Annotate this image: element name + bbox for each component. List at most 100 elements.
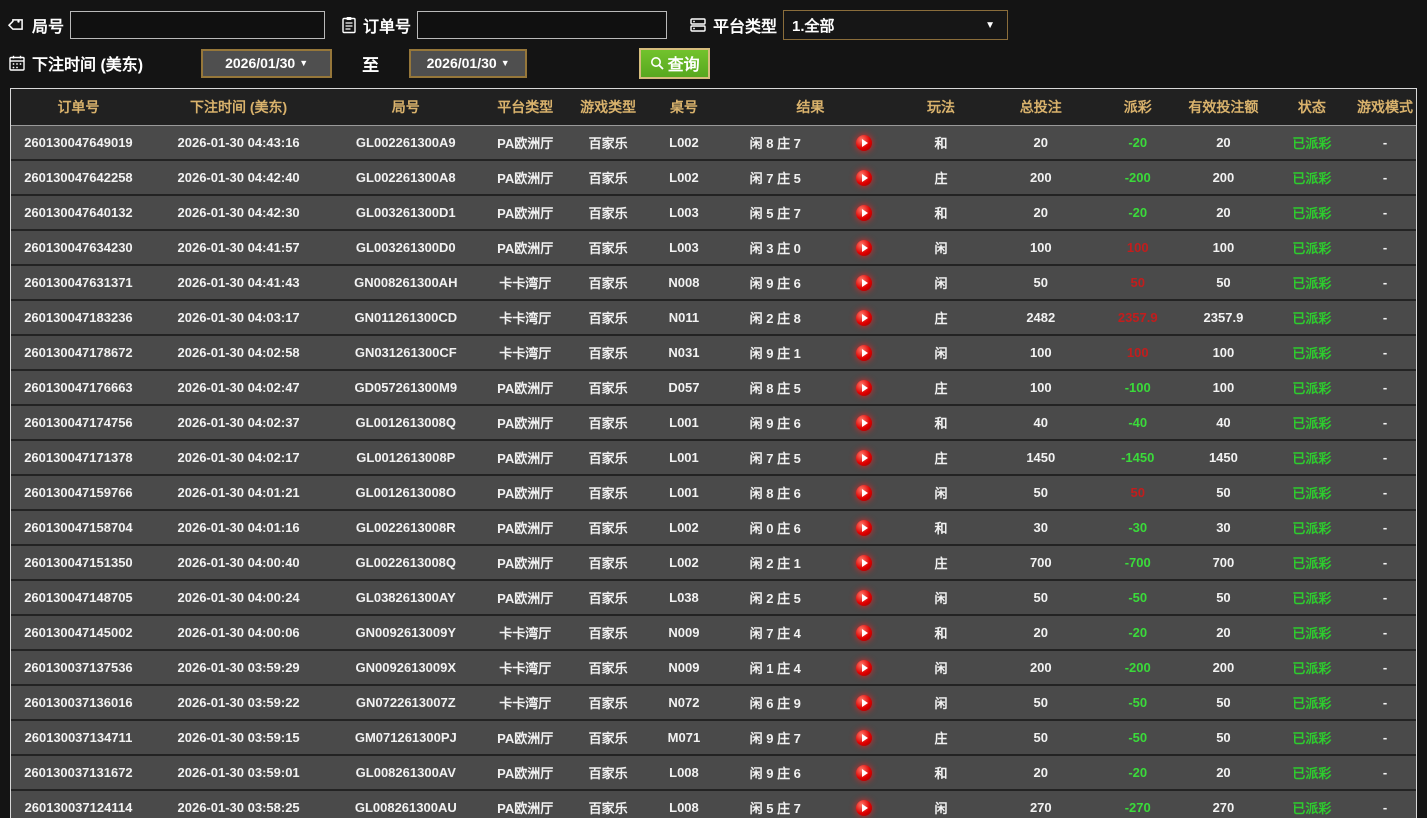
- payout-cell: -40: [1128, 415, 1148, 430]
- status-cell: 已派彩: [1292, 766, 1332, 781]
- chevron-down-icon: ▼: [985, 19, 996, 31]
- game-type-cell: 百家乐: [588, 451, 628, 466]
- play-type-cell: 和: [934, 521, 948, 536]
- search-button[interactable]: 查询: [639, 47, 711, 79]
- table-row: 260130047158704 2026-01-30 04:01:16 GL00…: [11, 510, 1416, 545]
- round-id-cell: GN008261300AH: [354, 275, 458, 290]
- play-video-button[interactable]: [855, 204, 872, 221]
- play-video-button[interactable]: [855, 729, 872, 746]
- round-id-cell: GL0012613008O: [355, 485, 457, 500]
- game-mode-cell: -: [1382, 660, 1388, 675]
- order-no-input[interactable]: [417, 11, 668, 39]
- play-video-button[interactable]: [855, 554, 872, 571]
- play-video-button[interactable]: [855, 484, 872, 501]
- payout-cell: -20: [1128, 135, 1148, 150]
- date-to-select[interactable]: 2026/01/30 ▼: [409, 48, 528, 78]
- platform-type-select[interactable]: 1.全部 ▼: [783, 10, 1009, 40]
- platform-type-filter: 平台类型 1.全部 ▼: [689, 10, 1009, 40]
- play-video-icon: [861, 488, 868, 497]
- result-cell: 闲 0 庄 6: [749, 521, 801, 536]
- platform-cell: PA欧洲厅: [497, 731, 554, 746]
- play-type-cell: 闲: [934, 241, 948, 256]
- play-cell: [829, 335, 899, 370]
- play-video-button[interactable]: [855, 764, 872, 781]
- result-cell: 闲 6 庄 9: [749, 696, 801, 711]
- bet-time-cell: 2026-01-30 04:02:47: [177, 380, 300, 395]
- order-id-cell: 260130037136016: [24, 695, 133, 710]
- tag-icon: [8, 16, 26, 34]
- bet-time-label: 下注时间 (美东): [32, 57, 144, 74]
- table-no-cell: N072: [668, 695, 700, 710]
- round-id-cell: GN0092613009X: [355, 660, 457, 675]
- play-video-button[interactable]: [855, 449, 872, 466]
- table-row: 260130047178672 2026-01-30 04:02:58 GN03…: [11, 335, 1416, 370]
- order-id-cell: 260130037124114: [24, 800, 133, 815]
- bet-records-table: 订单号 下注时间 (美东) 局号 平台类型 游戏类型 桌号 结果 玩法 总投注 …: [10, 88, 1417, 818]
- result-cell: 闲 3 庄 0: [749, 241, 801, 256]
- table-row: 260130047183236 2026-01-30 04:03:17 GN01…: [11, 300, 1416, 335]
- play-type-cell: 闲: [934, 346, 948, 361]
- order-id-cell: 260130047148705: [24, 590, 133, 605]
- play-video-button[interactable]: [855, 694, 872, 711]
- total-bet-cell: 100: [1029, 380, 1052, 395]
- game-type-cell: 百家乐: [588, 696, 628, 711]
- date-from-select[interactable]: 2026/01/30 ▼: [201, 48, 333, 78]
- play-type-cell: 闲: [934, 661, 948, 676]
- platform-cell: 卡卡湾厅: [499, 661, 552, 676]
- play-video-icon: [861, 383, 868, 392]
- play-video-icon: [861, 733, 868, 742]
- status-cell: 已派彩: [1292, 591, 1332, 606]
- play-video-button[interactable]: [855, 624, 872, 641]
- payout-cell: 50: [1130, 485, 1145, 500]
- valid-bet-cell: 40: [1216, 415, 1231, 430]
- col-bet-time: 下注时间 (美东): [189, 99, 288, 115]
- order-id-cell: 260130047151350: [24, 555, 133, 570]
- game-type-cell: 百家乐: [588, 241, 628, 256]
- bet-time-cell: 2026-01-30 04:00:06: [177, 625, 300, 640]
- col-game-mode: 游戏模式: [1357, 99, 1414, 115]
- play-video-button[interactable]: [855, 239, 872, 256]
- status-cell: 已派彩: [1292, 486, 1332, 501]
- result-cell: 闲 7 庄 5: [749, 171, 801, 186]
- table-row: 260130047642258 2026-01-30 04:42:40 GL00…: [11, 160, 1416, 195]
- order-no-filter: 订单号: [341, 11, 668, 39]
- play-video-button[interactable]: [855, 799, 872, 816]
- total-bet-cell: 270: [1029, 800, 1052, 815]
- platform-cell: PA欧洲厅: [497, 766, 554, 781]
- play-video-button[interactable]: [855, 169, 872, 186]
- bet-time-cell: 2026-01-30 03:59:15: [177, 730, 300, 745]
- play-type-cell: 庄: [934, 381, 948, 396]
- play-video-button[interactable]: [855, 659, 872, 676]
- total-bet-cell: 100: [1029, 345, 1052, 360]
- game-mode-cell: -: [1382, 485, 1388, 500]
- valid-bet-cell: 200: [1212, 660, 1235, 675]
- order-id-cell: 260130047183236: [24, 310, 133, 325]
- date-to-value: 2026/01/30: [426, 55, 497, 71]
- round-id-cell: GL0022613008Q: [355, 555, 457, 570]
- table-row: 260130047640132 2026-01-30 04:42:30 GL00…: [11, 195, 1416, 230]
- game-mode-cell: -: [1382, 380, 1388, 395]
- play-video-button[interactable]: [855, 589, 872, 606]
- play-video-button[interactable]: [855, 309, 872, 326]
- play-video-button[interactable]: [855, 414, 872, 431]
- play-type-cell: 闲: [934, 696, 948, 711]
- play-video-button[interactable]: [855, 134, 872, 151]
- board-no-input[interactable]: [70, 11, 326, 39]
- play-video-button[interactable]: [855, 344, 872, 361]
- play-type-cell: 闲: [934, 486, 948, 501]
- platform-cell: 卡卡湾厅: [499, 346, 552, 361]
- valid-bet-cell: 50: [1216, 275, 1231, 290]
- table-no-cell: L001: [669, 415, 699, 430]
- game-type-cell: 百家乐: [588, 381, 628, 396]
- play-video-button[interactable]: [855, 379, 872, 396]
- table-row: 260130047649019 2026-01-30 04:43:16 GL00…: [11, 125, 1416, 160]
- result-cell: 闲 9 庄 6: [749, 766, 801, 781]
- play-video-button[interactable]: [855, 519, 872, 536]
- table-no-cell: N009: [668, 660, 700, 675]
- valid-bet-cell: 50: [1216, 695, 1231, 710]
- round-id-cell: GN0092613009Y: [355, 625, 457, 640]
- result-cell: 闲 9 庄 7: [749, 731, 801, 746]
- status-cell: 已派彩: [1292, 626, 1332, 641]
- play-video-button[interactable]: [855, 274, 872, 291]
- game-type-cell: 百家乐: [588, 206, 628, 221]
